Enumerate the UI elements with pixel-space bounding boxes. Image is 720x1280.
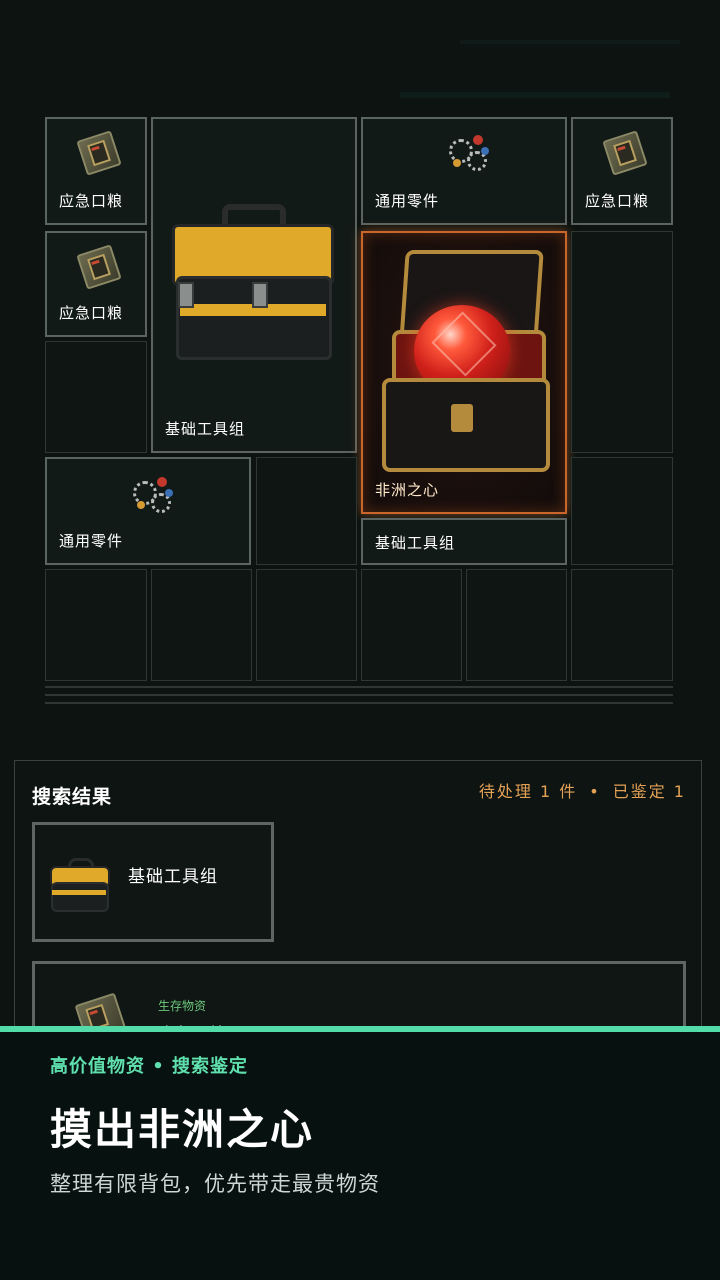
parts-icon bbox=[445, 133, 493, 173]
empty-slot[interactable] bbox=[256, 569, 357, 681]
empty-slot[interactable] bbox=[45, 341, 147, 453]
search-results-title: 搜索结果 bbox=[32, 786, 113, 808]
item-label: 基础工具组 bbox=[165, 420, 246, 438]
item-label: 通用零件 bbox=[375, 192, 440, 210]
banner-accent-line bbox=[0, 1026, 720, 1032]
empty-slot[interactable] bbox=[466, 569, 567, 681]
item-label: 应急口粮 bbox=[59, 192, 124, 210]
background-stripe bbox=[460, 40, 680, 44]
inventory-item-toolbox[interactable]: 基础工具组 bbox=[361, 518, 567, 565]
inventory-item-parts[interactable]: 通用零件 bbox=[45, 457, 251, 565]
background-stripe bbox=[400, 92, 670, 98]
empty-slot[interactable] bbox=[571, 231, 673, 453]
item-label: 基础工具组 bbox=[375, 534, 456, 552]
inventory-item-ration[interactable]: 应急口粮 bbox=[45, 231, 147, 337]
identified-count: 已鉴定 1 bbox=[612, 782, 686, 801]
inventory-item-ration[interactable]: 应急口粮 bbox=[45, 117, 147, 225]
ration-icon bbox=[76, 130, 122, 176]
banner-headline: 摸出非洲之心 bbox=[50, 1105, 315, 1154]
toolbox-icon bbox=[48, 858, 110, 912]
empty-slot[interactable] bbox=[571, 457, 673, 565]
parts-icon bbox=[129, 475, 177, 515]
search-result-category: 生存物资 bbox=[158, 999, 207, 1013]
grid-edge-line bbox=[45, 686, 673, 688]
item-label: 非洲之心 bbox=[375, 481, 440, 499]
item-label: 应急口粮 bbox=[585, 192, 650, 210]
inventory-item-ration[interactable]: 应急口粮 bbox=[571, 117, 673, 225]
ration-icon bbox=[602, 130, 648, 176]
search-stats: 待处理 1 件 • 已鉴定 1 bbox=[479, 778, 686, 802]
empty-slot[interactable] bbox=[256, 457, 357, 565]
ration-icon bbox=[76, 244, 122, 290]
empty-slot[interactable] bbox=[45, 569, 147, 681]
empty-slot[interactable] bbox=[571, 569, 673, 681]
banner-tagline: 高价值物资 • 搜索鉴定 bbox=[50, 1056, 249, 1077]
inventory-item-parts[interactable]: 通用零件 bbox=[361, 117, 567, 225]
grid-edge-line bbox=[45, 702, 673, 704]
banner-subline: 整理有限背包，优先带走最贵物资 bbox=[50, 1172, 380, 1196]
empty-slot[interactable] bbox=[151, 569, 252, 681]
stats-separator: • bbox=[589, 782, 601, 801]
item-label: 应急口粮 bbox=[59, 304, 124, 322]
empty-slot[interactable] bbox=[361, 569, 462, 681]
grid-edge-line bbox=[45, 694, 673, 696]
search-result-name: 基础工具组 bbox=[128, 867, 218, 887]
toolbox-icon bbox=[168, 204, 338, 360]
item-label: 通用零件 bbox=[59, 532, 124, 550]
pending-count: 待处理 1 件 bbox=[478, 782, 578, 801]
